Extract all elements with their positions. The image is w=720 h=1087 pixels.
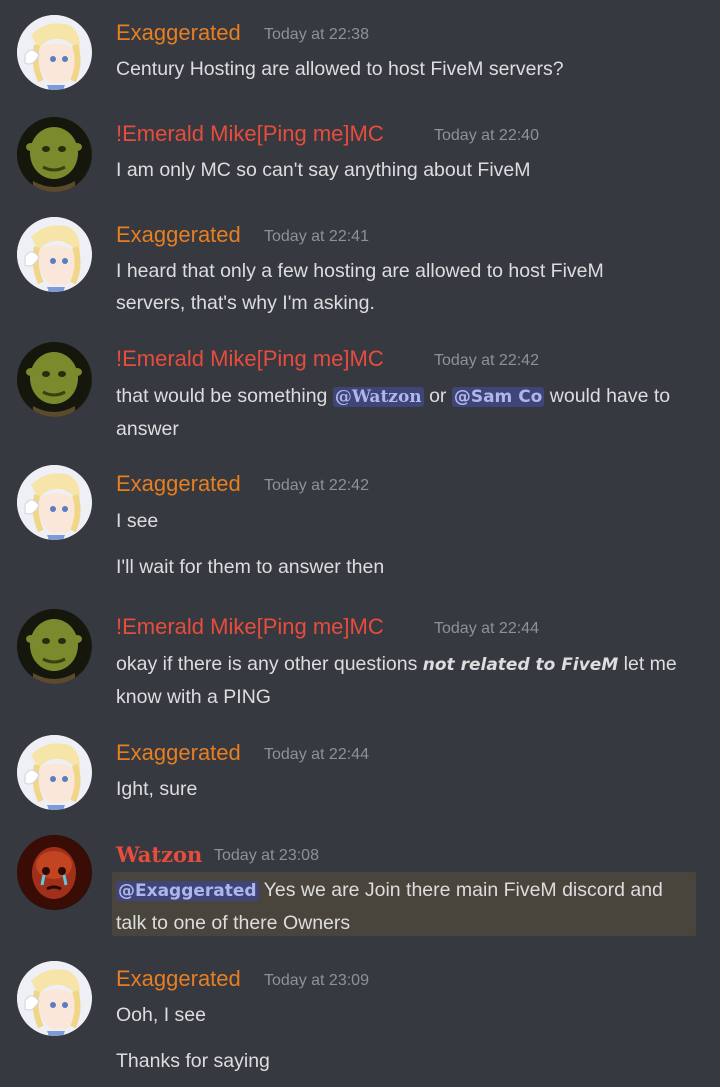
avatar[interactable] [17, 342, 92, 417]
timestamp: Today at 23:08 [214, 847, 319, 864]
avatar[interactable] [17, 735, 92, 810]
author-name[interactable]: Exaggerated [116, 220, 241, 250]
text-span: okay if there is any other questions [116, 653, 423, 675]
message-text: I heard that only a few hosting are allo… [116, 260, 604, 314]
message-text: Thanks for saying [116, 1050, 270, 1072]
avatar[interactable] [17, 117, 92, 192]
message-text: I am only MC so can't say anything about… [116, 159, 531, 181]
author-name[interactable]: Exaggerated [116, 469, 241, 499]
timestamp: Today at 22:44 [264, 746, 369, 763]
user-mention[interactable]: @Exaggerated [116, 881, 259, 901]
user-mention[interactable]: @Sam Co [451, 387, 545, 407]
message-text: I see [116, 510, 159, 532]
author-name[interactable]: Exaggerated [116, 18, 241, 48]
author-name[interactable]: Watzon [116, 840, 202, 870]
author-name[interactable]: !Emerald Mike[Ping me]MC [116, 344, 384, 374]
emphasized-text: not related to FiveM [422, 655, 619, 675]
text-span: that would be something [116, 385, 333, 407]
timestamp: Today at 22:41 [264, 228, 369, 245]
message-text: that would be something @Watzon or @Sam … [116, 380, 696, 445]
timestamp: Today at 22:38 [264, 26, 369, 43]
avatar[interactable] [17, 609, 92, 684]
author-name[interactable]: !Emerald Mike[Ping me]MC [116, 119, 384, 149]
message-text: Ight, sure [116, 778, 198, 800]
message-text: Ooh, I see [116, 1004, 206, 1026]
timestamp: Today at 22:40 [434, 127, 539, 144]
avatar[interactable] [17, 465, 92, 540]
timestamp: Today at 22:42 [264, 477, 369, 494]
timestamp: Today at 23:09 [264, 972, 369, 989]
message-text: Century Hosting are allowed to host Five… [116, 58, 564, 80]
author-name[interactable]: Exaggerated [116, 964, 241, 994]
message-text: okay if there is any other questions not… [116, 648, 686, 713]
author-name[interactable]: Exaggerated [116, 738, 241, 768]
message-text: @Exaggerated Yes we are Join there main … [116, 874, 694, 939]
user-mention[interactable]: @Watzon [332, 387, 424, 407]
timestamp: Today at 22:44 [434, 620, 539, 637]
timestamp: Today at 22:42 [434, 352, 539, 369]
avatar[interactable] [17, 217, 92, 292]
author-name[interactable]: !Emerald Mike[Ping me]MC [116, 612, 384, 642]
text-span: or [423, 385, 452, 407]
message-text: I'll wait for them to answer then [116, 556, 385, 578]
avatar[interactable] [17, 835, 92, 910]
avatar[interactable] [17, 15, 92, 90]
avatar[interactable] [17, 961, 92, 1036]
